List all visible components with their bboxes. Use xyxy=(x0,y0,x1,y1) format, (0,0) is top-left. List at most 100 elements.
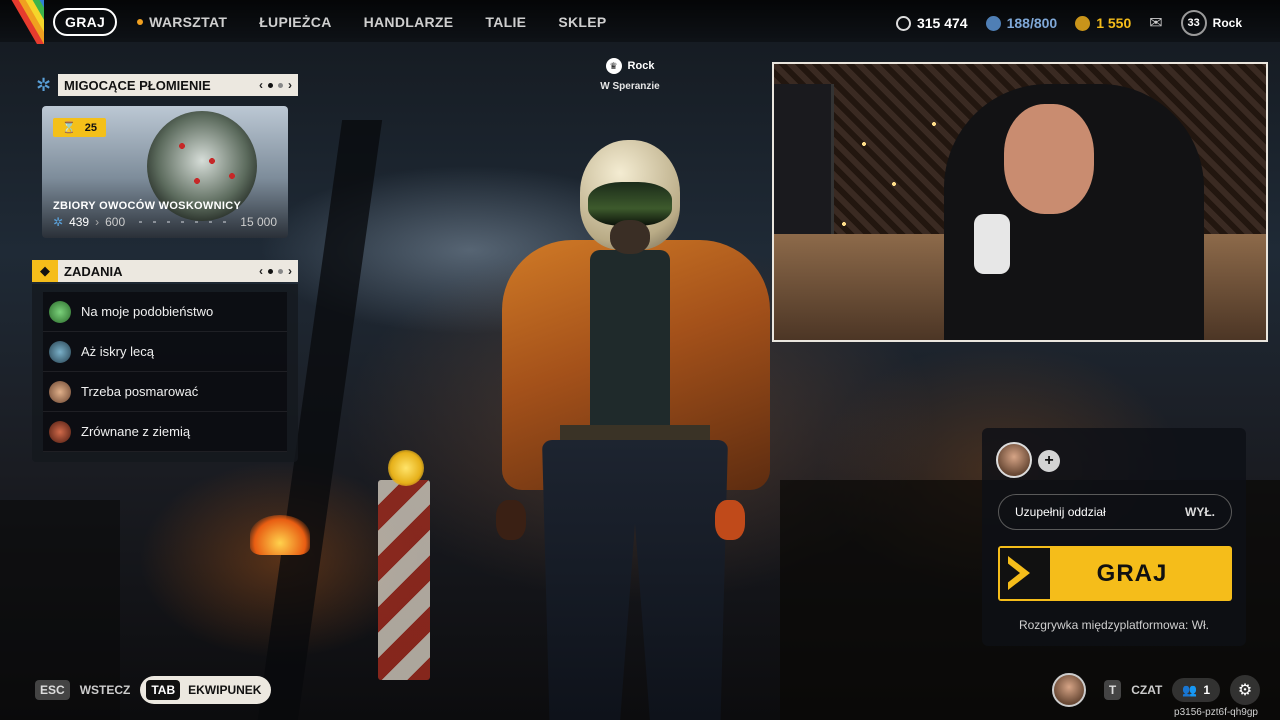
task-label: Trzeba posmarować xyxy=(81,384,199,399)
gear-small-icon: ✲ xyxy=(53,215,64,229)
coin-icon xyxy=(895,15,911,31)
hourglass-icon: ⌛ xyxy=(62,122,76,134)
friends-icon: 👥 xyxy=(1182,683,1198,697)
invite-plus-icon[interactable]: + xyxy=(1038,450,1060,472)
crown-icon: ♛ xyxy=(605,58,622,74)
event-header: ✲ MIGOCĄCE PŁOMIENIE ‹ › xyxy=(36,74,298,96)
event-title: MIGOCĄCE PŁOMIENIE xyxy=(64,77,211,93)
task-label: Na moje podobieństwo xyxy=(81,304,214,319)
crossplay-status: Rozgrywka międzyplatformowa: Wł. xyxy=(1018,618,1210,632)
chat-button[interactable]: T CZAT xyxy=(1103,680,1162,700)
gold-value: 1 550 xyxy=(1096,15,1132,31)
webcam-monitor xyxy=(774,84,834,234)
settings-gear-icon[interactable]: ⚙ xyxy=(1230,675,1260,705)
friends-count: 1 xyxy=(1203,683,1210,697)
event-card[interactable]: ⌛ 25 ZBIORY OWOCÓW WOSKOWNICY ✲ 439 › 60… xyxy=(42,106,288,238)
player-label: ♛ Rock W Speranzie xyxy=(594,58,666,92)
chevron-right-icon[interactable]: › xyxy=(288,78,292,92)
fill-squad-toggle[interactable]: Uzupełnij oddział WYŁ. xyxy=(998,494,1232,530)
back-label: WSTECZ xyxy=(79,683,131,697)
task-avatar-icon xyxy=(49,300,71,323)
friends-button[interactable]: 👥 1 xyxy=(1172,678,1220,702)
nav-raider[interactable]: ŁUPIEŻCA xyxy=(259,14,331,30)
pager-dot xyxy=(278,268,283,274)
chevron-left-icon[interactable]: ‹ xyxy=(259,264,263,278)
webcam-microphone xyxy=(974,214,1010,274)
bottom-right-controls: T CZAT 👥 1 ⚙ xyxy=(1051,673,1260,707)
event-title-box: MIGOCĄCE PŁOMIENIE ‹ › xyxy=(58,74,298,96)
top-bar: GRAJ WARSZTAT ŁUPIEŻCA HANDLARZE TALIE S… xyxy=(0,0,1280,44)
task-item[interactable]: Na moje podobieństwo xyxy=(43,292,287,332)
tokens-counter: 188/800 xyxy=(985,15,1058,31)
tab-key: TAB xyxy=(146,680,181,700)
logo-stripes xyxy=(0,0,44,44)
chevron-right-icon[interactable]: › xyxy=(288,264,292,278)
fill-squad-state: WYŁ. xyxy=(1185,505,1215,519)
mail-button[interactable]: ✉ xyxy=(1149,13,1162,33)
chat-key: T xyxy=(1103,680,1122,700)
event-progress-max: 15 000 xyxy=(240,215,277,229)
task-avatar-icon xyxy=(49,380,71,403)
task-item[interactable]: Trzeba posmarować xyxy=(43,372,287,412)
profile-username: Rock xyxy=(1212,16,1242,30)
nav-traders[interactable]: HANDLARZE xyxy=(364,14,454,30)
webcam-overlay xyxy=(772,62,1268,342)
chevron-right-icon: › xyxy=(95,215,100,229)
esc-key: ESC xyxy=(35,680,70,700)
fill-squad-label: Uzupełnij oddział xyxy=(1015,505,1106,519)
coins-value: 315 474 xyxy=(916,15,968,31)
nav-shop[interactable]: SKLEP xyxy=(558,14,606,30)
task-item[interactable]: Zrównane z ziemią xyxy=(43,412,287,452)
notification-dot-icon xyxy=(137,19,144,25)
tasks-title-box: ZADANIA ‹ › xyxy=(58,260,298,282)
player-avatar[interactable] xyxy=(1051,673,1086,707)
player-location: W Speranzie xyxy=(600,81,660,92)
gear-icon: ✲ xyxy=(36,74,52,95)
event-progress-next: 600 xyxy=(105,215,126,229)
tasks-list: Na moje podobieństwo Aż iskry lecą Trzeb… xyxy=(32,284,298,462)
gold-icon xyxy=(1075,15,1091,31)
character-glove xyxy=(715,500,745,540)
player-name-row: ♛ Rock xyxy=(594,58,666,74)
player-character xyxy=(490,140,780,720)
play-button[interactable]: GRAJ xyxy=(998,546,1232,601)
tasks-header: ◆ ZADANIA ‹ › xyxy=(32,260,298,282)
coins-counter: 315 474 xyxy=(895,15,968,31)
striped-barrier xyxy=(378,480,430,680)
currency-bar: 315 474 188/800 1 550 ✉ 33 Rock xyxy=(895,10,1242,36)
back-button[interactable]: ESC WSTECZ xyxy=(35,680,130,700)
pager-dot xyxy=(278,82,283,88)
nav-play[interactable]: GRAJ xyxy=(53,8,118,36)
nav-workshop-label: WARSZTAT xyxy=(149,14,228,30)
chevron-left-icon[interactable]: ‹ xyxy=(259,78,263,92)
bottom-left-controls: ESC WSTECZ TAB EKWIPUNEK xyxy=(35,676,272,704)
task-label: Zrównane z ziemią xyxy=(81,424,191,439)
tokens-value: 188/800 xyxy=(1006,15,1058,31)
webcam-face xyxy=(1004,104,1094,214)
event-progress-current: 439 xyxy=(69,215,90,229)
mail-icon: ✉ xyxy=(1149,15,1163,32)
nav-workshop[interactable]: WARSZTAT xyxy=(137,14,227,30)
nav-decks[interactable]: TALIE xyxy=(485,14,526,30)
gold-counter: 1 550 xyxy=(1075,15,1131,31)
fire-barrel xyxy=(250,515,310,555)
event-progress: ✲ 439 › 600 15 000 xyxy=(53,215,277,229)
task-item[interactable]: Aż iskry lecą xyxy=(43,332,287,372)
pager-dot xyxy=(268,268,273,274)
task-avatar-icon xyxy=(49,420,71,443)
yellow-lamp xyxy=(388,450,424,486)
character-legs xyxy=(542,440,728,720)
inventory-label: EKWIPUNEK xyxy=(188,683,262,697)
tasks-title: ZADANIA xyxy=(64,263,123,279)
play-button-label: GRAJ xyxy=(1096,559,1168,587)
session-id: p3156-pzt6f-qh9gp xyxy=(1174,707,1258,718)
main-nav: GRAJ WARSZTAT ŁUPIEŻCA HANDLARZE TALIE S… xyxy=(53,8,639,36)
profile-button[interactable]: 33 Rock xyxy=(1180,10,1242,36)
play-arrow-icon xyxy=(1000,548,1050,599)
event-badge: ⌛ 25 xyxy=(53,118,107,137)
squad-leader-avatar[interactable] xyxy=(996,442,1032,478)
task-avatar-icon xyxy=(49,340,71,363)
progress-track xyxy=(139,221,227,223)
event-badge-value: 25 xyxy=(84,122,98,134)
inventory-button[interactable]: TAB EKWIPUNEK xyxy=(140,676,272,704)
